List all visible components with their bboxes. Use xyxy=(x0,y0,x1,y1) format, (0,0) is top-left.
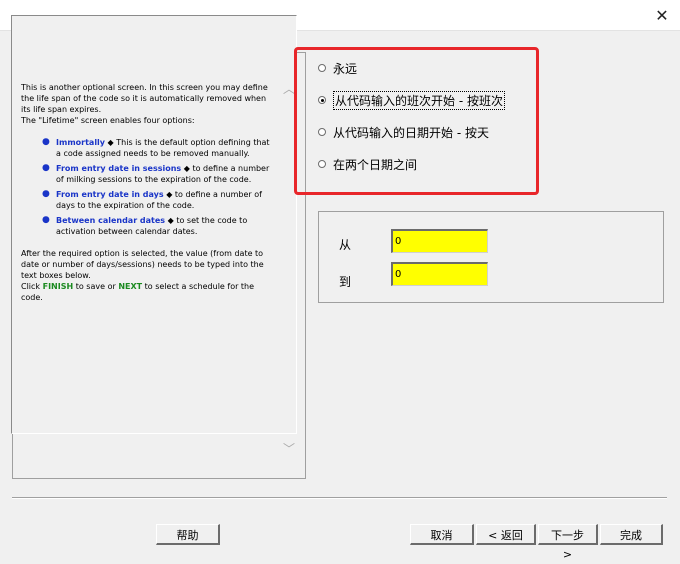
option-label: 从代码输入的班次开始 - 按班次 xyxy=(333,90,505,110)
help-option-item: ● From entry date in days ◆ to define a … xyxy=(42,189,273,211)
finish-button[interactable]: 完成 xyxy=(600,524,663,545)
bullet-icon: ● xyxy=(42,189,50,199)
help-option-keyword: From entry date in days xyxy=(56,190,164,199)
next-button[interactable]: 下一步 > xyxy=(538,524,598,561)
option-label: 永远 xyxy=(333,61,358,76)
scroll-down-icon[interactable]: ﹀ xyxy=(283,440,295,457)
radio-button[interactable] xyxy=(318,128,326,136)
help-option-keyword: From entry date in sessions xyxy=(56,164,182,173)
next-keyword: NEXT xyxy=(118,282,143,291)
radio-button[interactable] xyxy=(318,160,326,168)
footer-divider xyxy=(12,497,667,499)
cancel-button[interactable]: 取消 xyxy=(410,524,474,545)
help-text: This is another optional screen. In this… xyxy=(21,82,273,303)
help-option-item: ● Between calendar dates ◆ to set the co… xyxy=(42,215,273,237)
option-from-entry-days[interactable]: 从代码输入的日期开始 - 按天 xyxy=(318,122,489,142)
option-from-entry-sessions[interactable]: 从代码输入的班次开始 - 按班次 xyxy=(318,90,505,110)
from-label: 从 xyxy=(339,238,352,252)
help-outro-2: Click FINISH to save or NEXT to select a… xyxy=(21,281,273,303)
help-intro-2: The "Lifetime" screen enables four optio… xyxy=(21,116,195,125)
close-button[interactable]: ✕ xyxy=(644,0,680,30)
separator-icon: ◆ xyxy=(163,190,175,199)
help-option-item: ● From entry date in sessions ◆ to defin… xyxy=(42,163,273,185)
help-outro: After the required option is selected, t… xyxy=(21,249,264,280)
separator-icon: ◆ xyxy=(181,164,193,173)
help-option-keyword: Immortally xyxy=(56,138,106,147)
help-intro: This is another optional screen. In this… xyxy=(21,83,268,114)
option-label: 在两个日期之间 xyxy=(333,157,418,172)
help-option-keyword: Between calendar dates xyxy=(56,216,166,225)
help-option-list: ● Immortally ◆ This is the default optio… xyxy=(21,137,273,237)
help-outro-mid: to save or xyxy=(73,282,119,291)
finish-keyword: FINISH xyxy=(42,282,74,291)
radio-button-selected[interactable] xyxy=(318,96,326,104)
help-button[interactable]: 帮助 xyxy=(156,524,220,545)
option-between-dates[interactable]: 在两个日期之间 xyxy=(318,154,417,174)
from-input[interactable] xyxy=(391,229,488,253)
separator-icon: ◆ xyxy=(105,138,117,147)
help-option-item: ● Immortally ◆ This is the default optio… xyxy=(42,137,273,159)
option-forever[interactable]: 永远 xyxy=(318,58,357,78)
bullet-icon: ● xyxy=(42,215,50,225)
to-input[interactable] xyxy=(391,262,488,286)
bullet-icon: ● xyxy=(42,137,50,147)
bullet-icon: ● xyxy=(42,163,50,173)
to-label: 到 xyxy=(339,275,352,289)
option-label: 从代码输入的日期开始 - 按天 xyxy=(333,125,489,140)
separator-icon: ◆ xyxy=(165,216,177,225)
scroll-up-icon[interactable]: ︿ xyxy=(283,80,295,97)
back-button[interactable]: < 返回 xyxy=(476,524,536,545)
close-icon: ✕ xyxy=(655,5,669,25)
help-outro-pre: Click xyxy=(21,282,43,291)
radio-button[interactable] xyxy=(318,64,326,72)
range-panel: 从 到 xyxy=(318,211,664,303)
